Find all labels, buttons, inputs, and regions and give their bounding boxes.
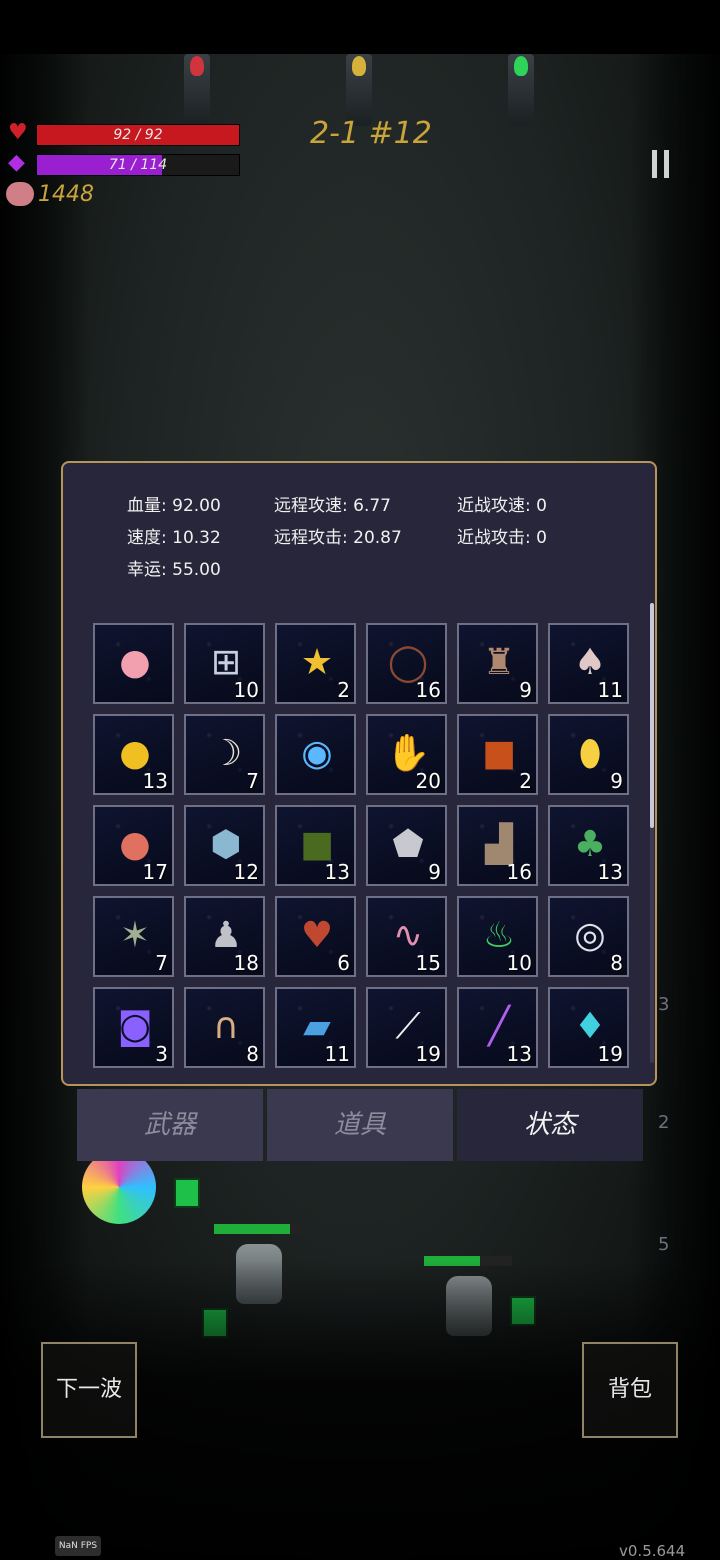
mana-crystal-icon: ◆ xyxy=(8,150,25,175)
pause-button[interactable] xyxy=(650,150,672,178)
scroll-thumb[interactable] xyxy=(650,603,654,828)
turret xyxy=(174,1178,200,1208)
pause-icon xyxy=(652,150,657,178)
item-count: 13 xyxy=(324,860,350,884)
inventory-slot[interactable]: ▟ 16 xyxy=(457,805,538,886)
inventory-slot[interactable]: ♟ 18 xyxy=(184,896,265,977)
item-count: 16 xyxy=(415,678,441,702)
inventory-slot[interactable]: ✋ 20 xyxy=(366,714,447,795)
ghost-count: 5 xyxy=(658,1234,670,1255)
hp-text: 92 / 92 xyxy=(113,127,163,143)
inventory-slot[interactable]: ⬮ 9 xyxy=(548,714,629,795)
inventory-slot[interactable]: ⟋ 19 xyxy=(366,987,447,1068)
stat-ranged-attack: 远程攻击: 20.87 xyxy=(274,528,402,548)
inventory-slot[interactable]: ● 13 xyxy=(93,714,174,795)
item-count: 12 xyxy=(233,860,259,884)
inventory-slot[interactable]: ♜ 9 xyxy=(457,623,538,704)
stat-ranged-speed: 远程攻速: 6.77 xyxy=(274,496,391,516)
version-label: v0.5.644 xyxy=(619,1542,686,1560)
ghost-count: 2 xyxy=(658,1112,670,1133)
item-count: 2 xyxy=(519,769,532,793)
item-count: 9 xyxy=(519,678,532,702)
heart-icon: ♥ xyxy=(8,120,28,145)
stat-luck: 幸运: 55.00 xyxy=(127,560,221,580)
item-count: 8 xyxy=(246,1042,259,1066)
stat-speed: 速度: 10.32 xyxy=(127,528,221,548)
inventory-slot[interactable]: ◉ xyxy=(275,714,356,795)
energy-orb-icon: ◉ xyxy=(301,733,333,774)
inventory-slot[interactable]: ✶ 7 xyxy=(93,896,174,977)
item-count: 9 xyxy=(610,769,623,793)
item-count: 2 xyxy=(337,678,350,702)
item-count: 7 xyxy=(155,951,168,975)
ghost-count: 3 xyxy=(658,994,670,1015)
inventory-slot[interactable]: ♣ 13 xyxy=(548,805,629,886)
inventory-slot[interactable]: ♥ 6 xyxy=(275,896,356,977)
inventory-slot[interactable]: ⬢ 12 xyxy=(184,805,265,886)
item-count: 7 xyxy=(246,769,259,793)
item-count: 13 xyxy=(597,860,623,884)
inventory-slot[interactable]: ♠ 11 xyxy=(548,623,629,704)
inventory-slot[interactable]: ★ 2 xyxy=(275,623,356,704)
item-count: 16 xyxy=(506,860,532,884)
top-black-bar xyxy=(0,0,720,54)
inventory-slot[interactable]: ◎ 8 xyxy=(548,896,629,977)
item-count: 19 xyxy=(415,1042,441,1066)
stat-hp: 血量: 92.00 xyxy=(127,496,221,516)
next-wave-button[interactable]: 下一波 xyxy=(41,1342,137,1438)
inventory-slot[interactable]: ▰ 11 xyxy=(275,987,356,1068)
red-gem-icon xyxy=(190,56,204,76)
inventory-slot[interactable]: ♦ 19 xyxy=(548,987,629,1068)
scrollbar[interactable] xyxy=(650,603,654,1063)
item-count: 9 xyxy=(428,860,441,884)
item-count: 15 xyxy=(415,951,441,975)
item-count: 19 xyxy=(597,1042,623,1066)
item-count: 17 xyxy=(142,860,168,884)
yellow-gem-icon xyxy=(352,56,366,76)
inventory-slot[interactable]: ☽ 7 xyxy=(184,714,265,795)
inventory-slot[interactable]: ⊞ 10 xyxy=(184,623,265,704)
piggy-bank-icon xyxy=(6,182,34,206)
green-gem-icon xyxy=(514,56,528,76)
inventory-slot[interactable]: ⬟ 9 xyxy=(366,805,447,886)
item-count: 10 xyxy=(506,951,532,975)
inventory-slot[interactable]: ■ 13 xyxy=(275,805,356,886)
mana-text: 71 / 114 xyxy=(108,157,168,173)
item-count: 11 xyxy=(597,678,623,702)
status-panel: 血量: 92.00 远程攻速: 6.77 近战攻速: 0 速度: 10.32 远… xyxy=(61,461,657,1086)
inventory-slot[interactable]: ● xyxy=(93,623,174,704)
gold-counter: 1448 xyxy=(38,182,94,207)
player-hp-bar xyxy=(214,1224,302,1234)
inventory-slot[interactable]: ♨ 10 xyxy=(457,896,538,977)
inventory-slot[interactable]: ╱ 13 xyxy=(457,987,538,1068)
stat-melee-attack: 近战攻击: 0 xyxy=(457,528,547,548)
item-count: 20 xyxy=(415,769,441,793)
item-count: 13 xyxy=(142,769,168,793)
hp-bar: 92 / 92 xyxy=(36,124,240,146)
inventory-slot[interactable]: ∿ 15 xyxy=(366,896,447,977)
item-count: 8 xyxy=(610,951,623,975)
fps-counter: NaN FPS xyxy=(55,1536,101,1556)
item-count: 11 xyxy=(324,1042,350,1066)
stat-melee-speed: 近战攻速: 0 xyxy=(457,496,547,516)
mana-bar: 71 / 114 xyxy=(36,154,240,176)
tab-status[interactable]: 状态 xyxy=(457,1089,643,1161)
inventory-slot[interactable]: ∩ 8 xyxy=(184,987,265,1068)
panel-tabs: 武器 道具 状态 xyxy=(77,1089,643,1161)
inventory-slot[interactable]: ■ 2 xyxy=(457,714,538,795)
wave-indicator: 2-1 #12 xyxy=(310,116,432,151)
tab-weapons[interactable]: 武器 xyxy=(77,1089,263,1161)
item-count: 18 xyxy=(233,951,259,975)
rainbow-orb xyxy=(82,1150,156,1224)
item-count: 6 xyxy=(337,951,350,975)
item-count: 13 xyxy=(506,1042,532,1066)
piggy-bank-icon: ● xyxy=(119,642,151,683)
backpack-button[interactable]: 背包 xyxy=(582,1342,678,1438)
inventory-slot[interactable]: ◙ 3 xyxy=(93,987,174,1068)
item-count: 3 xyxy=(155,1042,168,1066)
tab-items[interactable]: 道具 xyxy=(267,1089,453,1161)
item-count: 10 xyxy=(233,678,259,702)
inventory-slot[interactable]: ◯ 16 xyxy=(366,623,447,704)
inventory-slot[interactable]: ● 17 xyxy=(93,805,174,886)
